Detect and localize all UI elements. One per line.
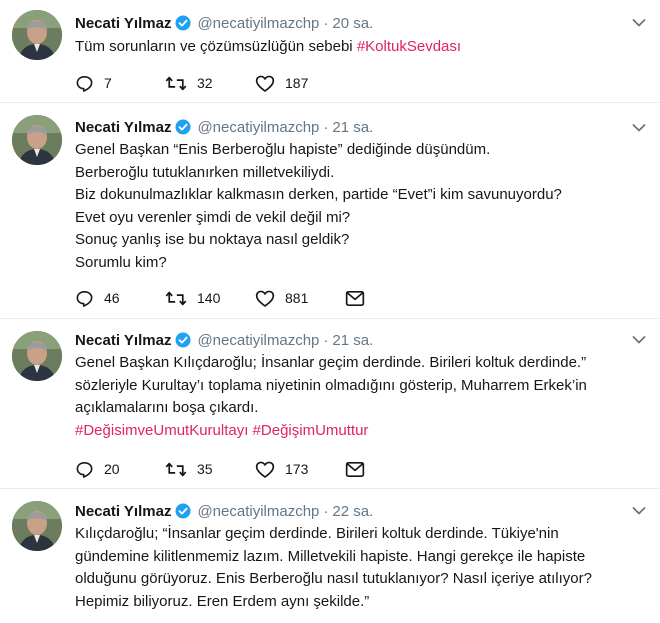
retweet-count: 35 xyxy=(197,461,213,477)
tweet-line: açıklamalarını boşa çıkardı. xyxy=(75,399,259,416)
reply-count: 20 xyxy=(104,461,120,477)
avatar-photo-icon xyxy=(12,10,62,60)
retweet-count: 140 xyxy=(197,290,221,306)
avatar[interactable] xyxy=(12,10,62,60)
retweet-count: 32 xyxy=(197,75,213,91)
author-name[interactable]: Necati Yılmaz xyxy=(75,119,171,136)
reply-count: 46 xyxy=(104,290,120,306)
tweet-line: Sorumlu kim? xyxy=(75,253,167,271)
verified-badge-icon xyxy=(175,15,191,31)
tweet-line: Kılıçdaroğlu; “İnsanlar geçim derdinde. … xyxy=(75,525,559,542)
hashtag-link[interactable]: #KoltukSevdası xyxy=(357,38,461,55)
like-icon xyxy=(255,290,275,307)
separator-dot: · xyxy=(323,502,329,520)
separator-dot: · xyxy=(323,118,329,136)
timestamp[interactable]: 20 sa. xyxy=(332,15,373,32)
verified-badge-icon xyxy=(175,332,191,348)
tweet-line-text: Tüm sorunların ve çözümsüzlüğün sebebi xyxy=(75,38,357,55)
author-name[interactable]: Necati Yılmaz xyxy=(75,15,171,32)
tweet-feed: Necati Yılmaz @necatiyilmazchp · 20 sa. … xyxy=(0,0,660,623)
author-name[interactable]: Necati Yılmaz xyxy=(75,503,171,520)
chevron-down-icon[interactable] xyxy=(632,18,646,28)
author-name[interactable]: Necati Yılmaz xyxy=(75,332,171,349)
chevron-down-icon[interactable] xyxy=(632,335,646,345)
tweet-line: Berberoğlu tutuklanırken milletvekiliydi… xyxy=(75,163,335,181)
tweet-text: Tüm sorunların ve çözümsüzlüğün sebebi #… xyxy=(75,36,646,59)
retweet-icon xyxy=(165,76,187,90)
separator-dot: · xyxy=(323,14,329,32)
timestamp[interactable]: 21 sa. xyxy=(332,119,373,136)
retweet-button[interactable]: 140 xyxy=(165,289,255,308)
reply-icon xyxy=(76,290,93,307)
separator-dot: · xyxy=(323,331,329,349)
like-button[interactable]: 881 xyxy=(255,289,345,308)
like-icon xyxy=(255,461,275,478)
tweet-line: Sonuç yanlış ise bu noktaya nasıl geldik… xyxy=(75,231,350,248)
tweet[interactable]: Necati Yılmaz @necatiyilmazchp · 22 sa. … xyxy=(0,489,660,623)
like-button[interactable]: 187 xyxy=(255,74,345,93)
reply-button[interactable]: 46 xyxy=(75,289,165,308)
tweet-text: Genel Başkan “Enis Berberoğlu hapiste” d… xyxy=(75,139,646,274)
retweet-button[interactable]: 32 xyxy=(165,74,255,93)
tweet[interactable]: Necati Yılmaz @necatiyilmazchp · 21 sa. … xyxy=(0,103,660,319)
reply-button[interactable]: 7 xyxy=(75,74,165,93)
timestamp[interactable]: 22 sa. xyxy=(332,503,373,520)
timestamp[interactable]: 21 sa. xyxy=(332,332,373,349)
tweet[interactable]: Necati Yılmaz @necatiyilmazchp · 20 sa. … xyxy=(0,0,660,103)
tweet-line: Biz dokunulmazlıklar kalkmasın derken, p… xyxy=(75,186,562,203)
retweet-icon xyxy=(165,291,187,305)
author-handle[interactable]: @necatiyilmazchp xyxy=(197,332,319,349)
verified-badge-icon xyxy=(175,119,191,135)
author-handle[interactable]: @necatiyilmazchp xyxy=(197,119,319,136)
like-count: 881 xyxy=(285,290,309,306)
tweet-line: Genel Başkan “Enis Berberoğlu hapiste” d… xyxy=(75,141,491,158)
reply-count: 7 xyxy=(104,75,112,91)
tweet-line: Evet oyu verenler şimdi de vekil değil m… xyxy=(75,208,351,226)
tweet[interactable]: Necati Yılmaz @necatiyilmazchp · 21 sa. … xyxy=(0,319,660,489)
retweet-icon xyxy=(165,462,187,476)
hashtag-link[interactable]: #DeğisimveUmutKurultayı #DeğişimUmuttur xyxy=(75,422,368,439)
like-count: 173 xyxy=(285,461,309,477)
message-icon xyxy=(345,461,365,477)
tweet-line: Genel Başkan Kılıçdaroğlu; İnsanlar geçi… xyxy=(75,354,587,371)
tweet-text: Genel Başkan Kılıçdaroğlu; İnsanlar geçi… xyxy=(75,352,646,442)
tweet-line: Hepimiz biliyoruz. Eren Erdem aynı şekil… xyxy=(75,592,370,610)
like-count: 187 xyxy=(285,75,309,91)
direct-message-button[interactable] xyxy=(345,461,435,478)
author-handle[interactable]: @necatiyilmazchp xyxy=(197,503,319,520)
avatar-photo-icon xyxy=(12,331,62,381)
avatar[interactable] xyxy=(12,331,62,381)
reply-button[interactable]: 20 xyxy=(75,460,165,479)
author-handle[interactable]: @necatiyilmazchp xyxy=(197,15,319,32)
tweet-actions: 46 140 881 xyxy=(75,287,435,309)
tweet-line: #DeğisimveUmutKurultayı #DeğişimUmuttur xyxy=(75,420,646,443)
tweet-line: gündemine kilitlenmemiz lazım. Milletvek… xyxy=(75,547,586,565)
reply-icon xyxy=(76,75,93,92)
tweet-line: Tüm sorunların ve çözümsüzlüğün sebebi #… xyxy=(75,36,646,59)
chevron-down-icon[interactable] xyxy=(632,123,646,133)
reply-icon xyxy=(76,461,93,478)
tweet-text: Kılıçdaroğlu; “İnsanlar geçim derdinde. … xyxy=(75,523,646,613)
avatar[interactable] xyxy=(12,501,62,551)
verified-badge-icon xyxy=(175,503,191,519)
tweet-line: olduğunu görüyoruz. Enis Berberoğlu nası… xyxy=(75,570,592,587)
like-button[interactable]: 173 xyxy=(255,460,345,479)
message-icon xyxy=(345,290,365,306)
tweet-actions: 20 35 173 xyxy=(75,458,435,480)
avatar[interactable] xyxy=(12,115,62,165)
avatar-photo-icon xyxy=(12,501,62,551)
avatar-photo-icon xyxy=(12,115,62,165)
direct-message-button[interactable] xyxy=(345,290,435,307)
retweet-button[interactable]: 35 xyxy=(165,460,255,479)
tweet-actions: 7 32 187 xyxy=(75,72,345,94)
tweet-line: sözleriyle Kurultay’ı toplama niyetinin … xyxy=(75,376,587,394)
like-icon xyxy=(255,75,275,92)
chevron-down-icon[interactable] xyxy=(632,506,646,516)
